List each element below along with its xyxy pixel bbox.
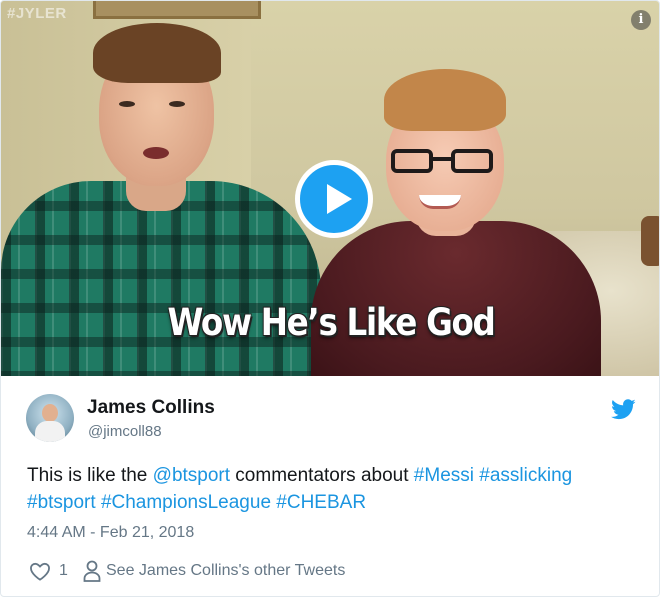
mention-link[interactable]: @btsport [153, 465, 230, 486]
avatar-head [42, 404, 58, 422]
person-left-hair [93, 23, 221, 83]
other-tweets-link[interactable]: See James Collins's other Tweets [106, 562, 345, 580]
tweet-text-segment: This is like the [27, 465, 153, 486]
tweet-text: This is like the @btsport commentators a… [27, 462, 637, 516]
person-icon [83, 560, 101, 582]
avatar-body [35, 421, 65, 442]
video-player[interactable]: #JYLER i Wow He’s Like God [1, 1, 659, 376]
author-handle[interactable]: @jimcoll88 [88, 423, 162, 440]
lamp [641, 216, 659, 266]
tweet-text-segment: commentators about [230, 465, 414, 486]
hashtag-link[interactable]: #btsport [27, 492, 96, 513]
hashtag-link[interactable]: #ChampionsLeague [101, 492, 271, 513]
hashtag-link[interactable]: #Messi [414, 465, 474, 486]
picture-frame [93, 1, 261, 19]
hashtag-link[interactable]: #asslicking [479, 465, 572, 486]
person-right-hair [384, 69, 506, 131]
video-caption: Wow He’s Like God [167, 301, 495, 344]
heart-icon[interactable] [29, 562, 51, 581]
like-count[interactable]: 1 [59, 562, 68, 580]
glasses-lens [451, 149, 493, 173]
twitter-bird-icon[interactable] [611, 399, 636, 420]
person-left-eye [169, 101, 185, 107]
embedded-tweet-card: #JYLER i Wow He’s Like God James Collins… [0, 0, 660, 597]
play-icon [327, 184, 352, 214]
author-name[interactable]: James Collins [87, 397, 215, 419]
person-left-mouth [143, 147, 169, 159]
avatar[interactable] [26, 394, 74, 442]
play-button[interactable] [295, 160, 373, 238]
tweet-timestamp[interactable]: 4:44 AM - Feb 21, 2018 [27, 524, 194, 542]
hashtag-link[interactable]: #CHEBAR [276, 492, 366, 513]
glasses-lens [391, 149, 433, 173]
video-watermark: #JYLER [7, 5, 67, 22]
info-icon[interactable]: i [631, 10, 651, 30]
person-right-shirt [311, 221, 601, 376]
person-left-eye [119, 101, 135, 107]
glasses-bridge [433, 157, 451, 161]
